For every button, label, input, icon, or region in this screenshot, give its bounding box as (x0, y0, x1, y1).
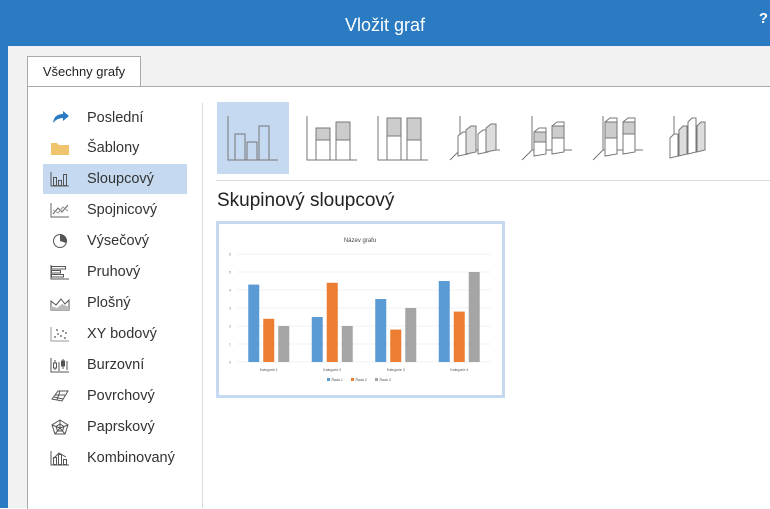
panel-divider (202, 103, 203, 508)
legend-label: Řada 1 (332, 377, 343, 382)
bar (248, 284, 260, 362)
3d-clustered-column-icon (449, 116, 500, 161)
category-label: Výsečový (87, 233, 150, 249)
subtype-clustered-column[interactable] (217, 102, 289, 174)
bar (468, 272, 480, 362)
category-pie[interactable]: Výsečový (43, 226, 187, 256)
category-area[interactable]: Plošný (43, 288, 187, 318)
bar (453, 311, 465, 362)
bar (375, 299, 387, 362)
recent-icon (47, 110, 73, 126)
scatter-chart-icon (47, 326, 73, 342)
category-label: Burzovní (87, 357, 145, 373)
stacked-column-icon (306, 116, 357, 161)
subtype-3d-stacked-column[interactable] (512, 102, 584, 174)
help-button[interactable]: ? (759, 10, 768, 27)
category-templates[interactable]: Šablony (43, 133, 187, 163)
y-tick-label: 4 (229, 289, 231, 293)
legend-label: Řada 2 (356, 377, 367, 382)
x-tick-label: Kategorie 2 (323, 368, 341, 372)
pie-chart-icon (47, 233, 73, 249)
bar (278, 326, 290, 362)
subtype-3d-clustered-column[interactable] (440, 102, 512, 174)
legend-label: Řada 3 (380, 377, 391, 382)
bar (341, 326, 353, 362)
3d-column-icon (669, 116, 706, 159)
category-label: Šablony (87, 140, 140, 156)
subtype-3d-100-stacked-column[interactable] (583, 102, 655, 174)
category-column[interactable]: Sloupcový (43, 164, 187, 194)
y-tick-label: 3 (229, 307, 231, 311)
3d-percent-stacked-column-icon (592, 116, 643, 161)
clustered-column-icon (227, 116, 278, 161)
subtype-stacked-column[interactable] (296, 102, 368, 174)
category-label: Povrchový (87, 388, 155, 404)
bar (326, 282, 338, 362)
category-label: XY bodový (87, 326, 157, 342)
category-label: Kombinovaný (87, 450, 175, 466)
category-recent[interactable]: Poslední (43, 103, 187, 133)
tab-all-charts[interactable]: Všechny grafy (27, 56, 141, 87)
surface-chart-icon (47, 388, 73, 404)
window-title: Vložit graf (344, 15, 426, 35)
bar (263, 318, 275, 362)
column-chart-icon (47, 171, 73, 187)
folder-icon (47, 140, 73, 156)
stock-chart-icon (47, 357, 73, 373)
y-tick-label: 1 (229, 343, 231, 347)
preview-chart: Název grafu 0 1 2 3 4 5 6 Kategorie 1 Kategorie 2… (229, 238, 491, 382)
window-edge (0, 46, 8, 508)
line-chart-icon (47, 202, 73, 218)
category-scatter[interactable]: XY bodový (43, 319, 187, 349)
selected-type-title: Skupinový sloupcový (217, 190, 395, 211)
legend-swatch (351, 378, 354, 381)
subtype-divider (216, 180, 770, 181)
category-stock[interactable]: Burzovní (43, 350, 187, 380)
percent-stacked-column-icon (377, 116, 428, 161)
y-tick-label: 5 (229, 271, 231, 275)
category-label: Pruhový (87, 264, 141, 280)
y-tick-label: 0 (229, 361, 231, 365)
area-chart-icon (47, 295, 73, 311)
bar (438, 281, 450, 362)
chart-preview[interactable]: Název grafu 0 1 2 3 4 5 6 Kategorie 1 Kategorie 2… (216, 221, 505, 398)
y-tick-label: 2 (229, 325, 231, 329)
chart-title: Název grafu (344, 238, 376, 244)
legend-swatch (375, 378, 378, 381)
x-tick-label: Kategorie 4 (450, 368, 468, 372)
subtype-100-stacked-column[interactable] (367, 102, 439, 174)
category-bar[interactable]: Pruhový (43, 257, 187, 287)
title-bar: Vložit graf ? (0, 0, 770, 46)
x-tick-label: Kategorie 3 (387, 368, 405, 372)
radar-chart-icon (47, 419, 73, 435)
category-label: Paprskový (87, 419, 155, 435)
category-label: Spojnicový (87, 202, 158, 218)
bar (405, 308, 417, 362)
category-label: Poslední (87, 110, 144, 126)
3d-stacked-column-icon (521, 116, 572, 161)
y-tick-label: 6 (229, 253, 231, 257)
subtype-3d-column[interactable] (654, 102, 726, 174)
category-label: Sloupcový (87, 171, 154, 187)
bar (311, 317, 323, 362)
category-radar[interactable]: Paprskový (43, 412, 187, 442)
category-label: Plošný (87, 295, 131, 311)
category-surface[interactable]: Povrchový (43, 381, 187, 411)
x-tick-label: Kategorie 1 (260, 368, 278, 372)
combo-chart-icon (47, 450, 73, 466)
bar-chart-icon (47, 264, 73, 280)
legend-swatch (327, 378, 330, 381)
category-combo[interactable]: Kombinovaný (43, 443, 187, 473)
bar (390, 329, 402, 362)
category-line[interactable]: Spojnicový (43, 195, 187, 225)
